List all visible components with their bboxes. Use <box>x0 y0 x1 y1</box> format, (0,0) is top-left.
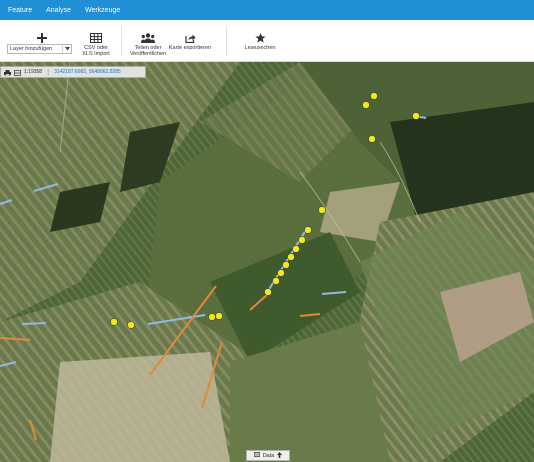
share-export-icon <box>184 25 196 43</box>
csv-import-button[interactable]: CSV oder XLS Import <box>78 20 114 62</box>
print-icon[interactable] <box>4 63 11 81</box>
data-panel-toggle[interactable]: Data <box>246 450 290 461</box>
aerial-imagery <box>0 62 534 462</box>
map-point[interactable] <box>272 277 280 285</box>
export-map-button[interactable]: Karte exportieren <box>166 20 214 62</box>
map-point[interactable] <box>368 135 376 143</box>
map-point[interactable] <box>304 226 312 234</box>
table-icon <box>90 25 102 43</box>
map-view[interactable] <box>0 62 534 462</box>
menu-werkzeuge[interactable]: Werkzeuge <box>85 7 120 14</box>
more-options-icon[interactable]: ⋮ <box>45 69 51 76</box>
top-menu-bar: Feature Analyse Werkzeuge <box>0 0 534 20</box>
map-point[interactable] <box>208 313 216 321</box>
add-layer-dropdown[interactable]: Layer hinzufügen <box>7 44 72 54</box>
coordinate-bar: 1:19358 ⋮ 3142187.6982, 5648862.8285 <box>0 66 146 78</box>
chevron-down-icon[interactable] <box>62 45 71 53</box>
menu-feature[interactable]: Feature <box>8 7 32 14</box>
arrow-up-icon <box>277 451 283 460</box>
export-map-label: Karte exportieren <box>168 45 212 51</box>
plus-icon <box>37 25 47 43</box>
bookmarks-button[interactable]: Lesezeichen <box>240 20 280 62</box>
share-label: Teilen oder Veröffentlichen <box>129 45 167 57</box>
toolbar-divider <box>121 26 122 56</box>
map-point[interactable] <box>412 112 420 120</box>
map-point[interactable] <box>110 318 118 326</box>
grid-icon <box>253 452 260 459</box>
map-point[interactable] <box>287 253 295 261</box>
map-point[interactable] <box>282 261 290 269</box>
toolbar: CSV oder XLS Import Teilen oder Veröffen… <box>0 20 534 62</box>
star-icon <box>254 25 266 43</box>
map-point[interactable] <box>215 312 223 320</box>
map-coordinates: 3142187.6982, 5648862.8285 <box>54 69 121 75</box>
map-point[interactable] <box>362 101 370 109</box>
map-point[interactable] <box>318 206 326 214</box>
map-point[interactable] <box>370 92 378 100</box>
data-label: Data <box>262 452 275 459</box>
map-point[interactable] <box>292 245 300 253</box>
bookmarks-label: Lesezeichen <box>244 45 276 51</box>
map-point[interactable] <box>277 269 285 277</box>
layers-icon[interactable] <box>14 63 21 81</box>
csv-import-label: CSV oder XLS Import <box>82 45 110 57</box>
add-layer-label: Layer hinzufügen <box>10 46 53 52</box>
toolbar-divider <box>226 26 227 56</box>
menu-analyse[interactable]: Analyse <box>46 7 71 14</box>
map-scale: 1:19358 <box>24 69 43 75</box>
map-point[interactable] <box>264 288 272 296</box>
map-point[interactable] <box>298 236 306 244</box>
blue-line <box>21 322 47 325</box>
add-layer-button[interactable] <box>30 20 54 62</box>
users-icon <box>141 25 155 43</box>
share-button[interactable]: Teilen oder Veröffentlichen <box>128 20 168 62</box>
map-point[interactable] <box>127 321 135 329</box>
